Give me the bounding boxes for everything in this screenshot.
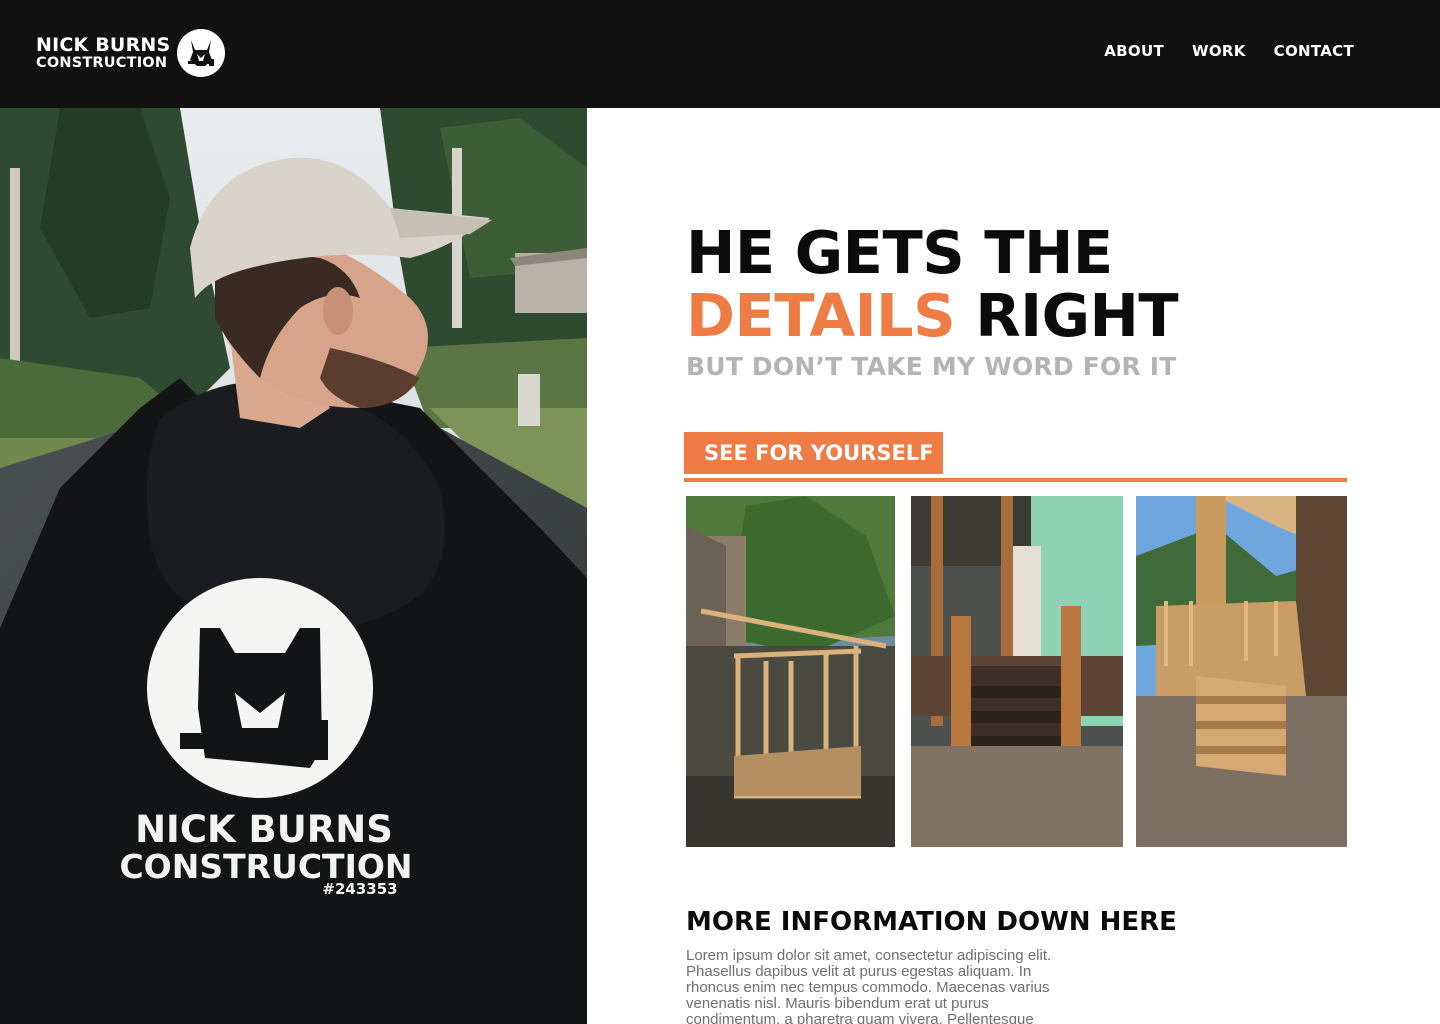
deck-stairs-photo bbox=[1136, 496, 1347, 847]
brand-logo-link[interactable]: NICK BURNS CONSTRUCTION bbox=[36, 28, 226, 78]
gallery-image-deck-stairs[interactable] bbox=[1136, 496, 1347, 847]
nav-contact[interactable]: CONTACT bbox=[1274, 42, 1354, 60]
hoodie-license: #243353 bbox=[322, 880, 397, 898]
hero-photo-image: NICK BURNS CONSTRUCTION #243353 bbox=[0, 108, 587, 1024]
hero-title: HE GETS THE DETAILS RIGHT bbox=[686, 218, 1179, 350]
see-for-yourself-button[interactable]: SEE FOR YOURSELF bbox=[684, 432, 943, 474]
nav-work[interactable]: WORK bbox=[1192, 42, 1246, 60]
hero-subtitle: BUT DON’T TAKE MY WORD FOR IT bbox=[686, 352, 1177, 381]
brand-wordmark: NICK BURNS CONSTRUCTION bbox=[36, 35, 170, 72]
hero-photo: NICK BURNS CONSTRUCTION #243353 bbox=[0, 108, 587, 1024]
site-header: NICK BURNS CONSTRUCTION ABOUT WORK CONTA… bbox=[0, 0, 1440, 108]
brand-subname: CONSTRUCTION bbox=[36, 54, 168, 71]
hoodie-text-line1: NICK BURNS bbox=[135, 808, 393, 851]
brand-name: NICK BURNS bbox=[36, 33, 171, 56]
hero-title-rest: RIGHT bbox=[955, 281, 1179, 350]
hero-title-accent: DETAILS bbox=[686, 281, 956, 350]
shed-framing-photo bbox=[686, 496, 895, 847]
main-nav: ABOUT WORK CONTACT bbox=[1104, 42, 1354, 60]
gallery-image-porch-stairs[interactable] bbox=[911, 496, 1123, 847]
more-info-heading: MORE INFORMATION DOWN HERE bbox=[686, 907, 1177, 937]
more-info-body: Lorem ipsum dolor sit amet, consectetur … bbox=[686, 947, 1052, 1024]
hero-title-line1: HE GETS THE bbox=[686, 218, 1113, 287]
porch-stairs-photo bbox=[911, 496, 1123, 847]
cta-rule: SEE FOR YOURSELF bbox=[684, 432, 1347, 482]
nav-about[interactable]: ABOUT bbox=[1104, 42, 1164, 60]
husky-logo-icon bbox=[177, 29, 226, 77]
gallery-image-shed-framing[interactable] bbox=[686, 496, 895, 847]
